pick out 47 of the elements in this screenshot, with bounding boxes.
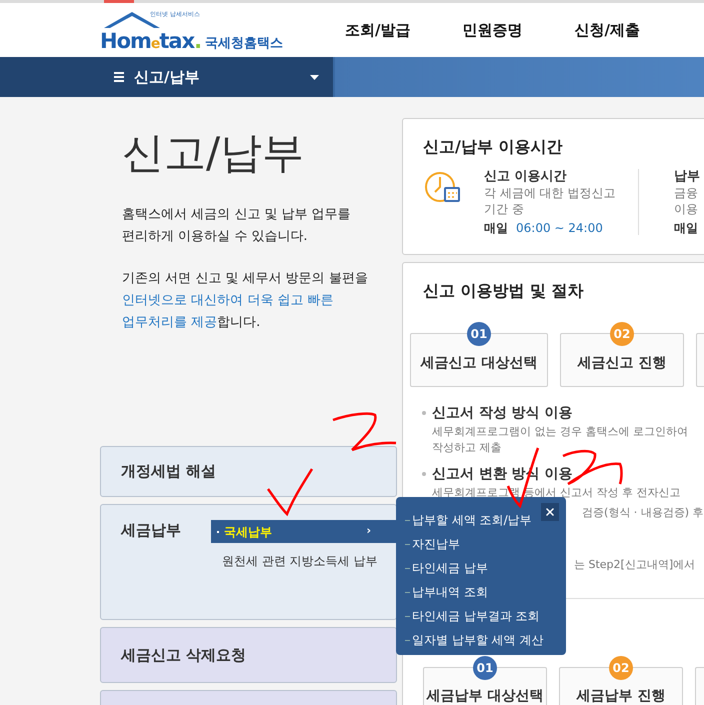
- menu-icon: [114, 72, 124, 82]
- flyout-item[interactable]: 납부내역 조회: [405, 580, 566, 604]
- step-number: 02: [610, 322, 634, 346]
- submenu-item[interactable]: 국세납부 ›: [211, 520, 397, 543]
- handwritten-two-drawing: [330, 412, 398, 454]
- entry-description: 금융 이용: [674, 185, 699, 217]
- top-accent: [104, 0, 134, 3]
- day-label: 매일: [484, 220, 508, 236]
- flyout-item[interactable]: 타인세금 납부: [405, 556, 566, 580]
- method-description: 세무회계프로그램이 없는 경우 홈택스에 로그인하여 작성하고 제출: [432, 424, 689, 456]
- card-title: 신고 이용방법 및 절차: [423, 280, 585, 302]
- flyout-item[interactable]: 일자별 납부할 세액 계산: [405, 628, 566, 652]
- step-number: 01: [473, 656, 497, 680]
- hours-text: 06:00 ~ 24:00: [516, 220, 603, 236]
- method-title: 신고서 작성 방식 이용: [432, 405, 573, 421]
- menu-card[interactable]: 세금신고 삭제요청: [100, 627, 397, 683]
- entry-title: 신고 이용시간: [484, 169, 568, 185]
- entry-title: 납부: [674, 169, 700, 185]
- flyout-item[interactable]: 타인세금 납부결과 조회: [405, 604, 566, 628]
- flyout-item[interactable]: 납부할 세액 조회/납부: [405, 508, 566, 532]
- note-text: 는 Step2[신고내역]에서: [574, 557, 696, 573]
- menu-card[interactable]: 개정세법 해설: [100, 446, 397, 497]
- logo-org: 국세청홈택스: [205, 37, 284, 50]
- submenu-item[interactable]: 원천세 관련 지방소득세 납부: [211, 549, 397, 572]
- close-button[interactable]: [541, 503, 559, 521]
- logo-brand: Hometax.: [100, 31, 202, 52]
- bullet-icon: [422, 411, 426, 415]
- step-number: 01: [467, 322, 491, 346]
- method-description: 검증(형식 · 내용검증) 후: [582, 505, 704, 521]
- entry-description: 각 세금에 대한 법정신고 기간 중: [484, 185, 616, 217]
- clock-calendar-icon: [423, 171, 463, 205]
- nav-link[interactable]: 민원증명: [462, 18, 522, 42]
- card-title: 신고/납부 이용시간: [423, 136, 564, 158]
- close-icon: [544, 506, 556, 518]
- intro-text: 기존의 서면 신고 및 세무서 방문의 불편을 인터넷으로 대신하여 더욱 쉽고 빠른 업무처리를 제공합니다.: [122, 270, 369, 332]
- menu-card[interactable]: 세금납부 국세납부 › 원천세 관련 지방소득세 납부: [100, 504, 397, 620]
- caret-icon: [310, 74, 319, 80]
- step-number: 02: [609, 656, 633, 680]
- nav-link[interactable]: 신청/제출: [574, 18, 640, 42]
- bullet-icon: [422, 472, 426, 476]
- flyout-item[interactable]: 자진납부: [405, 532, 566, 556]
- breadcrumb-dropdown[interactable]: 신고/납부: [100, 57, 335, 97]
- check-mark-drawing: [266, 467, 314, 517]
- intro-text: 홈택스에서 세금의 신고 및 납부 업무를 편리하게 이용하실 수 있습니다.: [122, 206, 352, 246]
- nav-link[interactable]: 조회/발급: [345, 18, 410, 42]
- day-label: 매일: [674, 220, 699, 236]
- page-title: 신고/납부: [122, 132, 306, 174]
